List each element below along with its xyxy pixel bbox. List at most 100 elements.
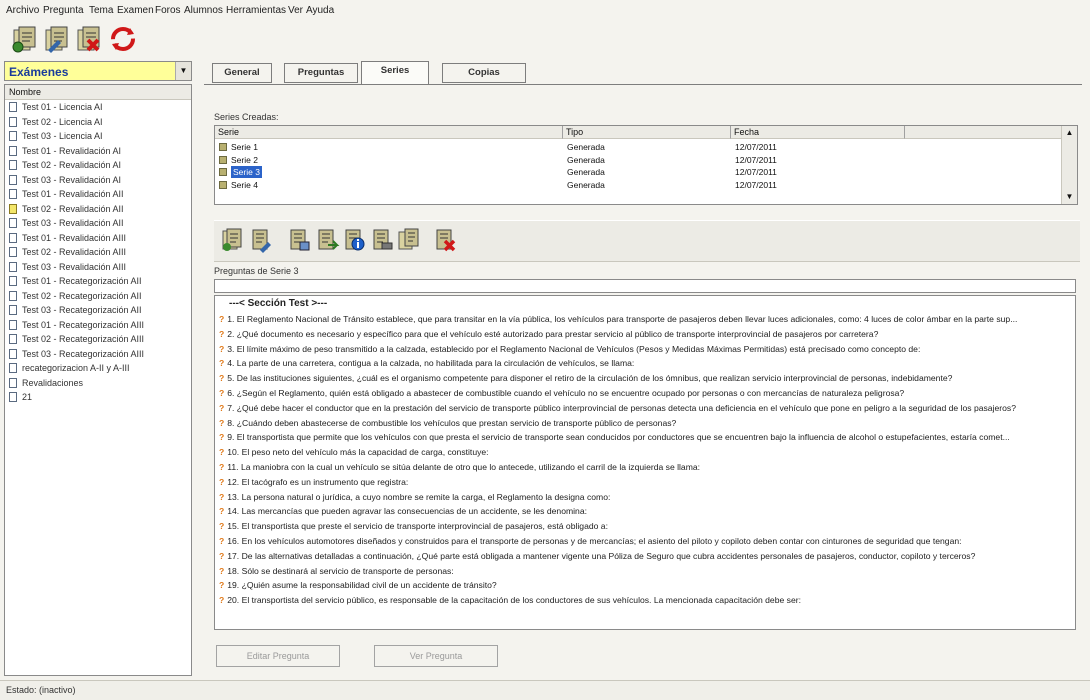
question-row[interactable]: ? 15. El transportista que preste el serv… — [219, 519, 1069, 534]
question-row[interactable]: ? 14. Las mercancías que pueden agravar l… — [219, 504, 1069, 519]
question-text: 7. ¿Qué debe hacer el conductor que en l… — [227, 402, 1016, 413]
question-row[interactable]: ? 5. De las instituciones siguientes, ¿cu… — [219, 371, 1069, 386]
menu-herramientas[interactable]: Herramientas — [226, 5, 286, 16]
tab-copias[interactable]: Copias — [442, 63, 526, 83]
edit-series-icon[interactable] — [248, 227, 274, 253]
exam-list-item-label: Test 02 - Revalidación AII — [22, 203, 124, 214]
series-copy-icon[interactable] — [396, 227, 422, 253]
question-row[interactable]: ? 18. Sólo se destinará al servicio de tr… — [219, 564, 1069, 579]
exam-list-item[interactable]: Test 01 - Revalidación AIII — [5, 231, 191, 246]
question-row[interactable]: ? 9. El transportista que permite que los… — [219, 430, 1069, 445]
question-row[interactable]: ? 2. ¿Qué documento es necesario y especí… — [219, 327, 1069, 342]
question-row[interactable]: ? 20. El transportista del servicio públi… — [219, 593, 1069, 608]
document-icon — [9, 102, 17, 112]
exam-list-item[interactable]: Test 01 - Licencia AI — [5, 100, 191, 115]
tab-preguntas[interactable]: Preguntas — [284, 63, 358, 83]
exam-list-item[interactable]: Test 01 - Recategorización AIII — [5, 318, 191, 333]
menu-ver[interactable]: Ver — [288, 5, 303, 16]
exam-list-item[interactable]: Test 03 - Revalidación AII — [5, 216, 191, 231]
edit-question-button[interactable]: Editar Pregunta — [216, 645, 340, 667]
question-mark-icon: ? — [219, 358, 225, 369]
exam-list-item[interactable]: Test 01 - Recategorización AII — [5, 274, 191, 289]
menu-ayuda[interactable]: Ayuda — [306, 5, 334, 16]
exam-list-item-label: Test 02 - Licencia AI — [22, 116, 103, 127]
question-row[interactable]: ? 7. ¿Qué debe hacer el conductor que en … — [219, 401, 1069, 416]
menu-pregunta[interactable]: Pregunta — [43, 5, 84, 16]
question-mark-icon: ? — [219, 491, 225, 502]
tab-series[interactable]: Series — [361, 61, 429, 85]
exam-list-item[interactable]: Test 03 - Revalidación AIII — [5, 260, 191, 275]
series-info-icon[interactable] — [341, 227, 367, 253]
series-date: 12/07/2011 — [735, 167, 777, 177]
exam-list-item[interactable]: Test 01 - Revalidación AI — [5, 144, 191, 159]
question-row[interactable]: ? 10. El peso neto del vehículo más la ca… — [219, 445, 1069, 460]
series-scrollbar[interactable]: ▲ ▼ — [1061, 126, 1077, 204]
menu-examen[interactable]: Examen — [117, 5, 154, 16]
question-row[interactable]: ? 3. El límite máximo de peso transmitido… — [219, 342, 1069, 357]
series-date: 12/07/2011 — [735, 179, 777, 190]
question-row[interactable]: ? 6. ¿Según el Reglamento, quién está obl… — [219, 386, 1069, 401]
exams-dropdown[interactable]: Exámenes ▼ — [4, 61, 192, 81]
column-serie[interactable]: Serie — [215, 126, 563, 139]
series-row[interactable]: Serie 2 Generada 12/07/2011 — [215, 154, 1063, 166]
tab-general[interactable]: General — [212, 63, 272, 83]
menu-archivo[interactable]: Archivo — [6, 5, 39, 16]
question-mark-icon: ? — [219, 314, 225, 324]
exam-list-item[interactable]: Test 02 - Recategorización AIII — [5, 332, 191, 347]
edit-exam-icon[interactable] — [42, 24, 72, 54]
series-row[interactable]: Serie 4 Generada 12/07/2011 — [215, 179, 1063, 191]
menu-alumnos[interactable]: Alumnos — [184, 5, 223, 16]
question-row[interactable]: ? 19. ¿Quién asume la responsabilidad civ… — [219, 578, 1069, 593]
exam-list-item[interactable]: Test 02 - Revalidación AI — [5, 158, 191, 173]
exam-list-item[interactable]: Test 03 - Revalidación AI — [5, 173, 191, 188]
delete-series-icon[interactable] — [432, 227, 458, 253]
exams-list-header[interactable]: Nombre — [5, 85, 191, 100]
question-text: 17. De las alternativas detalladas a con… — [227, 550, 976, 561]
series-print-icon[interactable] — [369, 227, 395, 253]
exam-list-item[interactable]: Test 03 - Licencia AI — [5, 129, 191, 144]
exam-list-item[interactable]: Test 02 - Licencia AI — [5, 115, 191, 130]
question-mark-icon: ? — [219, 536, 225, 546]
refresh-icon[interactable] — [108, 24, 138, 54]
column-fecha[interactable]: Fecha — [731, 126, 905, 139]
exam-list-item[interactable]: Test 03 - Recategorización AII — [5, 303, 191, 318]
series-icon — [219, 180, 227, 189]
question-row[interactable]: ? 13. La persona natural o jurídica, a cu… — [219, 490, 1069, 505]
series-row[interactable]: Serie 3 Generada 12/07/2011 — [215, 166, 1063, 178]
series-export-icon[interactable] — [314, 227, 340, 253]
question-row[interactable]: ? 16. En los vehículos automotores diseña… — [219, 534, 1069, 549]
scroll-down-icon[interactable]: ▼ — [1063, 190, 1076, 203]
series-date: 12/07/2011 — [735, 142, 777, 152]
chevron-down-icon[interactable]: ▼ — [175, 62, 191, 80]
question-row[interactable]: ? 4. La parte de una carretera, contigua … — [219, 356, 1069, 371]
scroll-up-icon[interactable]: ▲ — [1063, 126, 1076, 139]
view-question-button[interactable]: Ver Pregunta — [374, 645, 498, 667]
series-icon — [219, 168, 227, 176]
questions-filter-bar[interactable] — [214, 279, 1076, 293]
question-row[interactable]: ? 11. La maniobra con la cual un vehículo… — [219, 460, 1069, 475]
exam-list-item[interactable]: Test 03 - Recategorización AIII — [5, 347, 191, 362]
exam-list-item[interactable]: recategorizacion A-II y A-III — [5, 361, 191, 376]
series-doc-icon[interactable] — [286, 227, 312, 253]
question-row[interactable]: ? 12. El tacógrafo es un instrumento que … — [219, 475, 1069, 490]
exam-list-item[interactable]: Test 02 - Recategorización AII — [5, 289, 191, 304]
delete-exam-icon[interactable] — [74, 24, 104, 54]
menu-foros[interactable]: Foros — [155, 5, 181, 16]
question-row[interactable]: ? 17. De las alternativas detalladas a co… — [219, 549, 1069, 564]
exam-list-item[interactable]: Test 02 - Revalidación AIII — [5, 245, 191, 260]
new-exam-icon[interactable] — [10, 24, 40, 54]
menu-tema[interactable]: Tema — [89, 5, 113, 16]
column-tipo[interactable]: Tipo — [563, 126, 731, 139]
question-row[interactable]: ? 1. El Reglamento Nacional de Tránsito e… — [219, 312, 1069, 327]
exam-list-item[interactable]: Revalidaciones — [5, 376, 191, 391]
new-series-icon[interactable] — [220, 227, 246, 253]
exam-list-item-label: Test 02 - Revalidación AI — [22, 160, 122, 170]
exam-list-item[interactable]: 21 — [5, 390, 191, 405]
exam-list-item[interactable]: Test 01 - Revalidación AII — [5, 187, 191, 202]
series-row[interactable]: Serie 1 Generada 12/07/2011 — [215, 141, 1063, 153]
series-type: Generada — [567, 154, 605, 165]
series-caption: Series Creadas: — [214, 112, 279, 122]
question-row[interactable]: ? 8. ¿Cuándo deben abastecerse de combust… — [219, 416, 1069, 431]
question-text: 10. El peso neto del vehículo más la cap… — [227, 447, 489, 458]
exam-list-item[interactable]: Test 02 - Revalidación AII — [5, 202, 191, 217]
